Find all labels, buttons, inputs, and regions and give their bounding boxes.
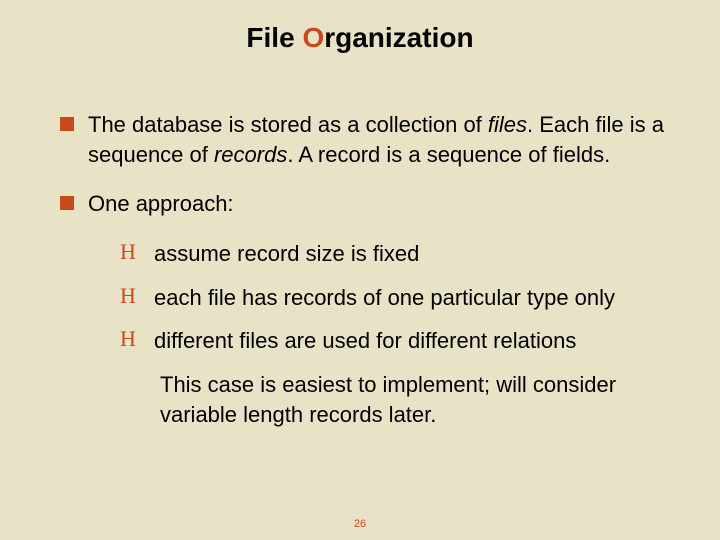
- title-accent-letter: O: [302, 22, 324, 53]
- sub-bullet-1: H assume record size is fixed: [120, 239, 680, 269]
- slide-body: The database is stored as a collection o…: [60, 110, 680, 430]
- title-word-1: File: [246, 22, 302, 53]
- bullet-2: One approach:: [60, 189, 680, 219]
- bullet-1-frag-1: The database is stored as a collection o…: [88, 112, 488, 137]
- bullet-1-frag-3: . A record is a sequence of fields.: [287, 142, 610, 167]
- page-number: 26: [0, 518, 720, 530]
- bullet-1: The database is stored as a collection o…: [60, 110, 680, 169]
- bullet-1-italic-2: records: [214, 142, 287, 167]
- square-bullet-icon: [60, 196, 74, 210]
- bullet-1-italic-1: files: [488, 112, 527, 137]
- sub-bullet-2: H each file has records of one particula…: [120, 283, 680, 313]
- slide-title: File Organization: [0, 22, 720, 54]
- sub-bullet-2-text: each file has records of one particular …: [154, 283, 680, 313]
- script-bullet-icon: H: [120, 239, 142, 265]
- script-bullet-icon: H: [120, 283, 142, 309]
- sub-bullet-1-text: assume record size is fixed: [154, 239, 680, 269]
- sub-bullet-list: H assume record size is fixed H each fil…: [120, 239, 680, 429]
- closing-sentence: This case is easiest to implement; will …: [160, 370, 680, 429]
- sub-bullet-3-text: different files are used for different r…: [154, 326, 680, 356]
- bullet-1-text: The database is stored as a collection o…: [88, 110, 680, 169]
- square-bullet-icon: [60, 117, 74, 131]
- slide: File Organization The database is stored…: [0, 0, 720, 540]
- bullet-2-text: One approach:: [88, 189, 680, 219]
- script-bullet-icon: H: [120, 326, 142, 352]
- sub-bullet-3: H different files are used for different…: [120, 326, 680, 356]
- title-word-2-rest: rganization: [324, 22, 473, 53]
